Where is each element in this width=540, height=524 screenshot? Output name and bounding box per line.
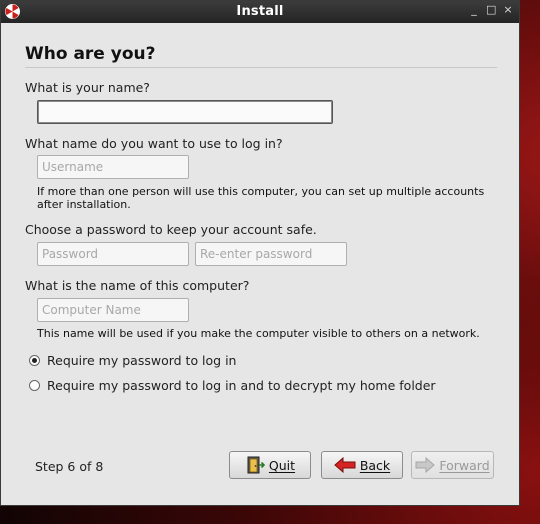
forward-label: Forward	[439, 457, 490, 473]
computer-name-input[interactable]	[37, 298, 189, 322]
radio-button-icon[interactable]	[29, 380, 40, 391]
radio-label: Require my password to log in and to dec…	[47, 378, 436, 393]
username-label: What name do you want to use to log in?	[25, 136, 283, 151]
step-indicator: Step 6 of 8	[35, 459, 104, 474]
quit-label: Quit	[268, 457, 296, 473]
radio-require-password-encrypt[interactable]: Require my password to log in and to dec…	[29, 378, 436, 393]
radio-require-password[interactable]: Require my password to log in	[29, 353, 236, 368]
back-button[interactable]: Back	[321, 451, 403, 479]
maximize-icon[interactable]: □	[486, 3, 496, 16]
title-bar[interactable]: Install _ □ ×	[1, 1, 519, 23]
computer-name-hint: This name will be used if you make the c…	[37, 327, 480, 340]
username-input[interactable]	[37, 155, 189, 179]
installer-window: Install _ □ × Who are you? What is your …	[0, 0, 520, 506]
username-hint: If more than one person will use this co…	[37, 185, 485, 211]
exit-door-icon	[247, 456, 265, 474]
radio-button-selected-icon[interactable]	[29, 355, 40, 366]
password-label: Choose a password to keep your account s…	[25, 222, 317, 237]
computer-name-label: What is the name of this computer?	[25, 278, 250, 293]
close-icon[interactable]: ×	[503, 3, 513, 16]
page-title: Who are you?	[25, 44, 156, 64]
divider	[25, 67, 497, 68]
back-label: Back	[359, 457, 391, 473]
forward-button[interactable]: Forward	[411, 451, 494, 479]
minimize-icon[interactable]: _	[469, 3, 479, 16]
full-name-input[interactable]	[37, 100, 333, 124]
password-input[interactable]	[37, 242, 189, 266]
window-controls: _ □ ×	[469, 3, 513, 16]
forward-arrow-icon	[415, 457, 436, 473]
quit-button[interactable]: Quit	[229, 451, 311, 479]
reenter-password-input[interactable]	[195, 242, 347, 266]
name-label: What is your name?	[25, 80, 150, 95]
window-title: Install	[236, 4, 284, 19]
radio-label: Require my password to log in	[47, 353, 237, 368]
back-arrow-icon	[334, 457, 356, 473]
